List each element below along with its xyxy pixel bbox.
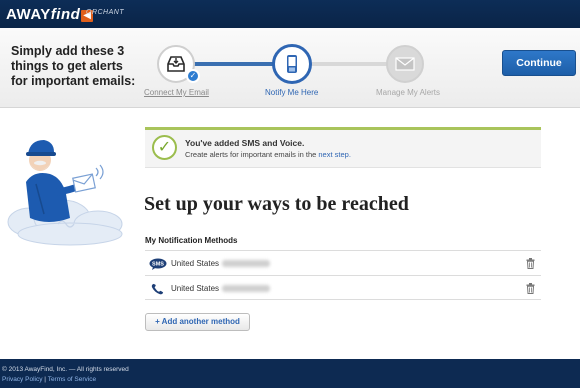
redacted-phone-number — [222, 260, 270, 267]
continue-button[interactable]: Continue — [502, 50, 576, 76]
method-country: United States — [171, 259, 220, 268]
step-label-connect-email[interactable]: Connect My Email — [144, 88, 209, 97]
page-heading: Set up your ways to be reached — [144, 193, 409, 215]
footer: © 2013 AwayFind, Inc. — All rights reser… — [0, 359, 580, 388]
svg-text:SMS: SMS — [152, 262, 164, 268]
notice-title: You've added SMS and Voice. — [185, 138, 305, 148]
step-label-notify-me: Notify Me Here — [265, 88, 319, 97]
method-country: United States — [171, 284, 220, 293]
step-complete-check-icon: ✓ — [186, 69, 200, 83]
intro-text: Simply add these 3 things to get alerts … — [11, 44, 136, 88]
notice-body-text: Create alerts for important emails in th… — [185, 150, 319, 159]
trash-icon[interactable] — [526, 258, 535, 269]
awayfind-logo[interactable]: AWAYfind ◀ — [6, 6, 94, 23]
step-label-manage-alerts: Manage My Alerts — [376, 88, 441, 97]
method-row-voice: United States — [145, 275, 541, 300]
top-bar: AWAYfind ◀ ORCHANT — [0, 0, 580, 28]
methods-section-title: My Notification Methods — [145, 236, 238, 245]
notification-methods-list: SMS United States United States — [145, 250, 541, 300]
checkmark-icon: ✓ — [152, 135, 177, 160]
footer-links: Privacy Policy | Terms of Service — [2, 376, 96, 383]
sms-icon: SMS — [149, 258, 167, 270]
notice-body: Create alerts for important emails in th… — [185, 150, 351, 159]
privacy-policy-link[interactable]: Privacy Policy — [2, 376, 42, 383]
phone-icon — [287, 55, 297, 73]
step-notify-me[interactable] — [272, 44, 312, 84]
footer-separator: | — [44, 376, 46, 383]
steps-header: Simply add these 3 things to get alerts … — [0, 28, 580, 108]
terms-of-service-link[interactable]: Terms of Service — [48, 376, 96, 383]
copyright-text: © 2013 AwayFind, Inc. — All rights reser… — [2, 366, 129, 373]
next-step-link[interactable]: next step. — [318, 150, 351, 159]
mascot-illustration — [7, 140, 123, 246]
step-manage-alerts[interactable] — [386, 45, 424, 83]
method-row-sms: SMS United States — [145, 250, 541, 275]
logo-find-text: find — [50, 6, 81, 23]
trash-icon[interactable] — [526, 283, 535, 294]
redacted-phone-number — [222, 285, 270, 292]
logo-away-text: AWAY — [6, 6, 51, 23]
inbox-icon — [167, 56, 185, 72]
add-method-button[interactable]: + Add another method — [145, 313, 250, 331]
phone-handset-icon — [151, 283, 164, 295]
success-notice: ✓ You've added SMS and Voice. Create ale… — [145, 127, 541, 168]
envelope-icon — [395, 57, 415, 71]
logo-tagline: ORCHANT — [86, 9, 125, 16]
